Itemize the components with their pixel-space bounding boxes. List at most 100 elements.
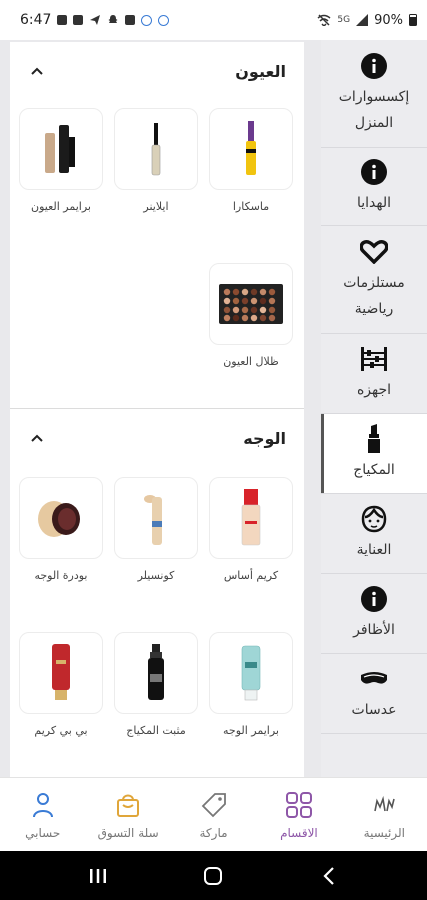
nav-label: حسابي [25,825,61,840]
category-content[interactable]: العيون ماسكارا ايلاينر برايمر العيون ظلا… [10,42,304,777]
status-bar: 6:47 5G 90% [0,0,427,40]
sidebar-item-home-accessories[interactable]: إكسسوارات المنزل [321,40,427,148]
product-name: بودرة الوجه [34,569,88,582]
eye-primer-icon [45,125,75,173]
section-title: العيون [235,61,286,81]
product-name: كريم أساس [223,569,279,582]
category-sidebar[interactable]: إكسسوارات المنزل الهدايا مستلزمات رياضية… [321,40,427,777]
nav-label: ماركة [199,825,228,840]
nav-home[interactable]: الرئيسية [342,778,427,851]
home-logo-icon [369,790,399,820]
heart-outline-icon [360,238,388,266]
info-circle-icon [360,158,388,186]
product-card[interactable] [209,263,293,345]
face-powder-icon [38,501,80,537]
nav-label: سلة التسوق [97,825,159,840]
face-icon [360,505,388,533]
sidebar-item-care[interactable]: العناية [321,494,427,574]
chevron-up-icon[interactable] [30,431,44,445]
back-icon[interactable] [315,862,343,890]
sidebar-item-label: المكياج [353,461,395,478]
product-card[interactable] [209,477,293,559]
shopping-bag-icon [113,790,143,820]
section-header-face[interactable]: الوجه [10,409,304,467]
info-circle-icon [360,585,388,613]
section-header-eyes[interactable]: العيون [10,42,304,100]
mascara-icon [246,121,256,175]
message-notification-icon [73,15,84,25]
product-eye-primer[interactable]: برايمر العيون [19,108,103,213]
product-face-powder[interactable]: بودرة الوجه [19,477,103,582]
sidebar-item-makeup[interactable]: المكياج [321,414,427,494]
screen: 6:47 5G 90% العيون ماسكارا ايلاينر برايم… [0,0,427,900]
face-primer-icon [241,645,261,701]
sidebar-item-label: الهدايا [356,194,391,211]
product-card[interactable] [114,477,198,559]
abacus-icon [360,345,388,373]
product-bb-cream[interactable]: بي بي كريم [19,632,103,737]
product-concealer[interactable]: كونسيلر [114,477,198,582]
system-navigation-bar [0,851,427,900]
product-name: بي بي كريم [34,724,88,737]
sidebar-item-devices[interactable]: اجهزه [321,334,427,414]
snapchat-icon [108,15,118,23]
nav-label: الاقسام [280,825,318,840]
product-setting-spray[interactable]: مثبت المكياج [114,632,198,737]
product-card[interactable] [19,108,103,190]
sidebar-item-label: الأظافر [353,621,395,638]
product-card[interactable] [19,632,103,714]
sidebar-item-label: العناية [356,541,392,558]
info-circle-icon [360,52,388,80]
product-eyeliner[interactable]: ايلاينر [114,108,198,213]
tag-icon [199,790,229,820]
product-name: مثبت المكياج [126,724,186,737]
sync-icon [141,14,153,26]
concealer-icon [144,495,162,545]
signal-icon [356,14,369,26]
sidebar-item-label: عدسات [351,701,397,718]
chevron-up-icon[interactable] [30,64,44,78]
product-card[interactable] [114,632,198,714]
sidebar-item-nails[interactable]: الأظافر [321,574,427,654]
nav-account[interactable]: حسابي [0,778,85,851]
grid-icon [284,790,314,820]
product-card[interactable] [209,632,293,714]
eyeliner-icon [151,123,161,176]
status-left: 6:47 [20,12,170,28]
foundation-icon [241,489,261,546]
nav-brand[interactable]: ماركة [171,778,256,851]
message-notification-icon [125,15,136,25]
user-icon [28,790,58,820]
nav-cart[interactable]: سلة التسوق [85,778,170,851]
status-time: 6:47 [20,12,52,28]
lipstick-icon [360,423,388,453]
bb-cream-icon [52,644,70,700]
nav-label: الرئيسية [363,825,405,840]
product-name: ايلاينر [143,200,169,213]
recent-apps-icon[interactable] [84,862,112,890]
battery-icon [409,14,417,26]
wifi-off-icon [317,14,331,26]
product-face-primer[interactable]: برايمر الوجه [209,632,293,737]
home-button-icon[interactable] [199,862,227,890]
sync-icon [158,14,170,26]
bottom-navigation: حسابي سلة التسوق ماركة الاقسام الرئيسية [0,777,427,851]
sidebar-item-label: مستلزمات رياضية [343,274,405,317]
product-card[interactable] [114,108,198,190]
product-card[interactable] [19,477,103,559]
sidebar-item-lenses[interactable]: عدسات [321,654,427,734]
eyeshadow-palette-icon [219,284,283,324]
product-card[interactable] [209,108,293,190]
product-name: ظلال العيون [223,355,279,368]
sidebar-item-gifts[interactable]: الهدايا [321,148,427,226]
product-name: برايمر العيون [31,200,91,213]
battery-percent: 90% [374,12,403,28]
eye-mask-icon [360,665,388,693]
product-foundation[interactable]: كريم أساس [209,477,293,582]
sidebar-item-sports[interactable]: مستلزمات رياضية [321,226,427,334]
nav-categories[interactable]: الاقسام [256,778,341,851]
product-name: ماسكارا [232,200,270,213]
product-mascara[interactable]: ماسكارا [209,108,293,213]
product-eyeshadow[interactable]: ظلال العيون [209,263,293,368]
section-title: الوجه [243,428,286,448]
